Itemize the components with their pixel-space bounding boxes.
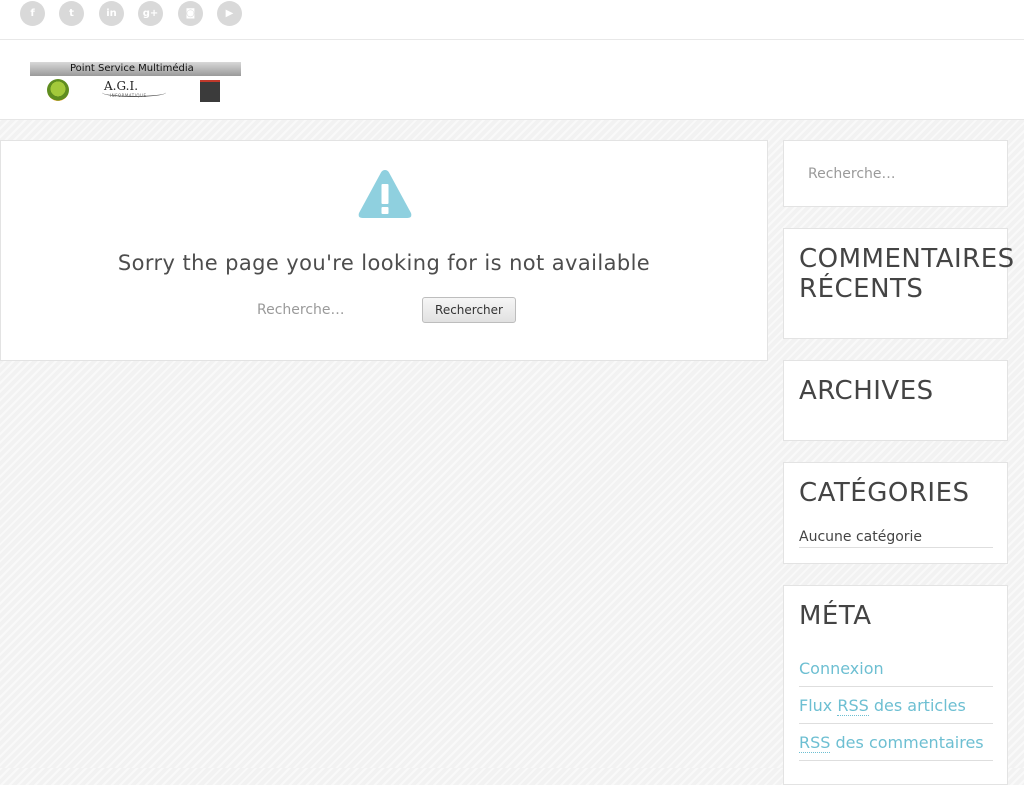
- logo-agi-subtitle: INFORMATIQUE: [110, 93, 147, 98]
- sidebar-search-input[interactable]: [804, 161, 992, 187]
- comments-rss-suffix: des commentaires: [830, 733, 984, 752]
- sidebar-search-widget: [783, 140, 1008, 207]
- youtube-icon[interactable]: ▶: [217, 1, 242, 26]
- entries-rss-prefix: Flux: [799, 696, 838, 715]
- categories-widget: CATÉGORIES Aucune catégorie: [783, 462, 1008, 564]
- login-link[interactable]: Connexion: [799, 659, 993, 687]
- social-bar: f t in g+ ◙ ▶: [0, 0, 1024, 40]
- comments-rss-abbr: RSS: [799, 733, 831, 753]
- instagram-icon[interactable]: ◙: [178, 1, 203, 26]
- logo-title: Point Service Multimédia: [70, 63, 194, 74]
- entries-rss-suffix: des articles: [868, 696, 966, 715]
- search-input[interactable]: [253, 297, 425, 323]
- not-found-message: Sorry the page you're looking for is not…: [117, 251, 651, 275]
- meta-widget: MÉTA Connexion Flux RSS des articles RSS…: [783, 585, 1008, 785]
- search-button[interactable]: Rechercher: [422, 297, 516, 323]
- logo-right-badge: [200, 80, 220, 102]
- recent-comments-widget: COMMENTAIRES RÉCENTS: [783, 228, 1014, 339]
- categories-title: CATÉGORIES: [799, 478, 970, 508]
- google-plus-icon[interactable]: g+: [138, 1, 163, 26]
- recent-comments-title-line1: COMMENTAIRES: [799, 244, 1015, 274]
- site-logo[interactable]: Point Service Multimédia A.G.I. INFORMAT…: [30, 62, 241, 102]
- meta-title: MÉTA: [799, 601, 872, 631]
- comments-rss-link[interactable]: RSS des commentaires: [799, 733, 993, 761]
- archives-title: ARCHIVES: [799, 376, 934, 406]
- entries-rss-link[interactable]: Flux RSS des articles: [799, 696, 993, 724]
- facebook-icon[interactable]: f: [20, 1, 45, 26]
- category-item: Aucune catégorie: [799, 529, 993, 548]
- logo-left-badge: [47, 79, 69, 101]
- twitter-icon[interactable]: t: [59, 1, 84, 26]
- entries-rss-abbr: RSS: [837, 696, 869, 716]
- site-header: Point Service Multimédia A.G.I. INFORMAT…: [0, 40, 1024, 120]
- archives-widget: ARCHIVES: [783, 360, 1008, 441]
- linkedin-icon[interactable]: in: [99, 1, 124, 26]
- recent-comments-title-line2: RÉCENTS: [799, 274, 924, 304]
- not-found-panel: Sorry the page you're looking for is not…: [0, 140, 768, 361]
- warning-icon: [358, 170, 412, 218]
